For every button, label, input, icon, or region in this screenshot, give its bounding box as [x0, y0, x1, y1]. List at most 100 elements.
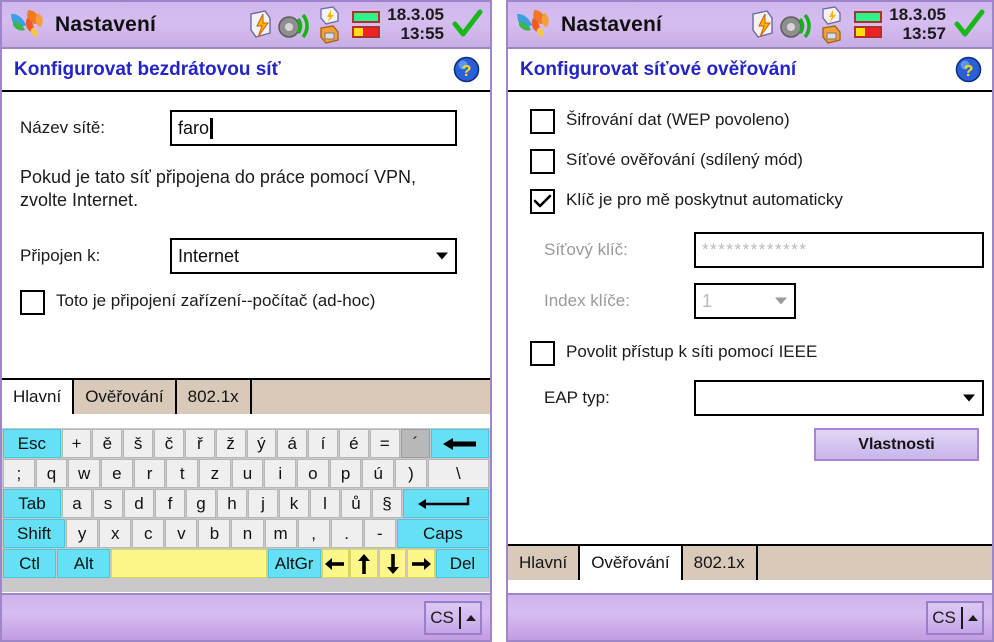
key-e[interactable]: e — [101, 459, 133, 488]
key-ž[interactable]: ž — [215, 429, 246, 458]
key-shift[interactable]: Shift — [3, 519, 66, 548]
key-c[interactable]: c — [132, 519, 165, 548]
key--[interactable]: ´ — [400, 429, 431, 458]
shared-auth-checkbox[interactable] — [530, 149, 555, 174]
key-alt[interactable]: Alt — [57, 549, 111, 578]
power-icon — [752, 9, 773, 38]
key-v[interactable]: v — [165, 519, 198, 548]
key-altgr[interactable]: AltGr — [267, 549, 321, 578]
key-right-arrow-icon[interactable] — [407, 549, 435, 578]
ime-indicator[interactable]: CS — [926, 600, 984, 635]
key--[interactable]: ) — [395, 459, 427, 488]
key-u[interactable]: u — [231, 459, 264, 488]
help-question-icon[interactable]: ? — [453, 56, 480, 83]
key-i[interactable]: i — [264, 459, 297, 488]
properties-button[interactable]: Vlastnosti — [814, 428, 979, 461]
tab-hlavni[interactable]: Hlavní — [2, 380, 75, 414]
key-r[interactable]: r — [133, 459, 166, 488]
ieee-checkbox[interactable] — [530, 341, 555, 366]
network-name-input[interactable]: faro — [170, 110, 457, 146]
key-down-arrow-icon[interactable] — [378, 549, 407, 578]
key-j[interactable]: j — [248, 489, 278, 518]
key-ř[interactable]: ř — [184, 429, 215, 458]
tab-overovani[interactable]: Ověřování — [74, 380, 177, 414]
key-k[interactable]: k — [279, 489, 309, 518]
key-t[interactable]: t — [166, 459, 199, 488]
network-key-input[interactable]: ************* — [694, 232, 984, 268]
key-é[interactable]: é — [338, 429, 369, 458]
key-q[interactable]: q — [35, 459, 68, 488]
key-esc[interactable]: Esc — [3, 429, 61, 458]
wireless-form: Název sítě: faro Pokud je tato síť připo… — [2, 92, 490, 377]
on-screen-keyboard[interactable]: Esc + ě š č ř ž ý á í é = ´; q w e r t z u i o p ú) \ Tab a s d f g h j k… — [2, 428, 490, 592]
key-f[interactable]: f — [155, 489, 185, 518]
tab-8021x[interactable]: 802.1x — [176, 380, 252, 414]
wep-checkbox[interactable] — [530, 109, 555, 134]
key-ctl[interactable]: Ctl — [3, 549, 57, 578]
help-question-icon[interactable]: ? — [955, 56, 982, 83]
clock: 18.3.05 13:55 — [387, 5, 444, 43]
key-l[interactable]: l — [310, 489, 340, 518]
auto-key-checkbox[interactable] — [530, 189, 555, 214]
key-d[interactable]: d — [124, 489, 154, 518]
ok-check-icon[interactable] — [953, 8, 986, 41]
key-y[interactable]: y — [66, 519, 99, 548]
key-caps[interactable]: Caps — [396, 519, 489, 548]
chevron-up-icon[interactable] — [967, 614, 978, 621]
key--[interactable]: § — [372, 489, 402, 518]
key-h[interactable]: h — [217, 489, 247, 518]
key-w[interactable]: w — [68, 459, 101, 488]
key-n[interactable]: n — [231, 519, 264, 548]
ime-indicator[interactable]: CS — [424, 600, 482, 635]
key--[interactable]: - — [363, 519, 396, 548]
key-p[interactable]: p — [329, 459, 362, 488]
key-space[interactable] — [111, 549, 267, 578]
titlebar: Nastavení — [2, 2, 490, 49]
key-enter-arrow-icon[interactable] — [403, 489, 489, 518]
ieee-checkbox-row[interactable]: Povolit přístup k síti pomocí IEEE — [530, 341, 817, 366]
chevron-up-icon[interactable] — [465, 614, 476, 621]
auto-key-checkbox-row[interactable]: Klíč je pro mě poskytnut automaticky — [530, 189, 843, 214]
key-í[interactable]: í — [308, 429, 338, 458]
wep-checkbox-row[interactable]: Šifrování dat (WEP povoleno) — [530, 109, 790, 134]
key-index-label: Index klíče: — [544, 291, 630, 310]
key-š[interactable]: š — [123, 429, 154, 458]
key-o[interactable]: o — [297, 459, 329, 488]
adhoc-checkbox-row[interactable]: Toto je připojení zařízení--počítač (ad-… — [20, 290, 470, 315]
key-s[interactable]: s — [93, 489, 123, 518]
key-b[interactable]: b — [198, 519, 231, 548]
ok-check-icon[interactable] — [451, 8, 484, 41]
eap-type-select[interactable] — [694, 380, 984, 416]
tab-8021x[interactable]: 802.1x — [682, 546, 758, 580]
key-ú[interactable]: ú — [362, 459, 395, 488]
key-č[interactable]: č — [154, 429, 184, 458]
key-up-arrow-icon[interactable] — [350, 549, 378, 578]
svg-text:?: ? — [462, 63, 472, 80]
tab-overovani[interactable]: Ověřování — [580, 546, 683, 580]
tab-hlavni[interactable]: Hlavní — [508, 546, 581, 580]
key-á[interactable]: á — [277, 429, 308, 458]
key-g[interactable]: g — [186, 489, 216, 518]
key--[interactable]: . — [330, 519, 363, 548]
key--[interactable]: \ — [427, 459, 490, 488]
keyboard-row-1: Esc + ě š č ř ž ý á í é = ´ — [3, 429, 489, 458]
key-del[interactable]: Del — [435, 549, 490, 578]
key-ů[interactable]: ů — [341, 489, 371, 518]
key-backspace-arrow-icon[interactable] — [431, 429, 489, 458]
key-left-arrow-icon[interactable] — [321, 549, 350, 578]
key-tab[interactable]: Tab — [3, 489, 61, 518]
key--[interactable]: = — [369, 429, 400, 458]
shared-auth-checkbox-row[interactable]: Síťové ověřování (sdílený mód) — [530, 149, 803, 174]
key-ý[interactable]: ý — [246, 429, 277, 458]
key-m[interactable]: m — [264, 519, 297, 548]
key--[interactable]: ; — [3, 459, 35, 488]
key-z[interactable]: z — [199, 459, 231, 488]
key-a[interactable]: a — [62, 489, 92, 518]
connects-to-select[interactable]: Internet — [170, 238, 457, 274]
key-ě[interactable]: ě — [92, 429, 123, 458]
adhoc-checkbox[interactable] — [20, 290, 45, 315]
key--[interactable]: + — [61, 429, 92, 458]
key-index-select[interactable]: 1 — [694, 283, 796, 319]
key-x[interactable]: x — [99, 519, 132, 548]
key--[interactable]: , — [297, 519, 330, 548]
